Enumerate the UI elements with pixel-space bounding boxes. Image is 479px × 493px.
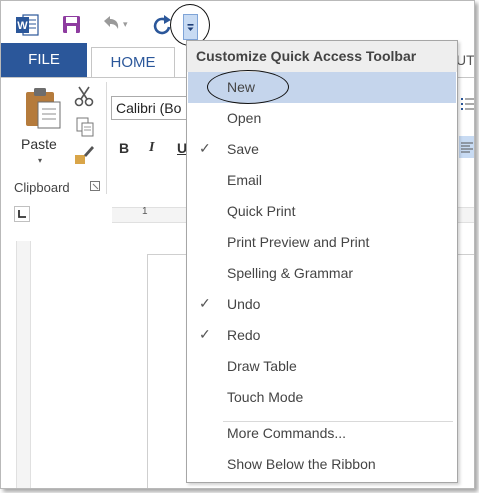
menu-item-label: Show Below the Ribbon: [227, 456, 376, 472]
group-divider: [106, 82, 107, 194]
paste-dropdown-icon[interactable]: ▾: [38, 156, 42, 165]
ruler-number: 1: [142, 206, 148, 217]
menu-header: Customize Quick Access Toolbar: [187, 41, 457, 72]
menu-item-label: More Commands...: [227, 425, 347, 441]
menu-item-label: Print Preview and Print: [227, 234, 370, 250]
italic-button[interactable]: I: [149, 140, 154, 156]
checkmark-icon: ✓: [199, 326, 211, 342]
dialog-launcher-icon[interactable]: [90, 181, 100, 191]
menu-item-label: Quick Print: [227, 203, 296, 219]
checkmark-icon: ✓: [199, 140, 211, 156]
copy-icon[interactable]: [75, 116, 95, 138]
undo-icon[interactable]: [101, 15, 121, 33]
checkmark-icon: ✓: [199, 295, 211, 311]
menu-item-spelling[interactable]: Spelling & Grammar: [188, 258, 456, 289]
cut-icon[interactable]: [73, 85, 95, 107]
menu-item-show-below-ribbon[interactable]: Show Below the Ribbon: [188, 449, 456, 480]
menu-item-save[interactable]: ✓ Save: [188, 134, 456, 165]
menu-item-email[interactable]: Email: [188, 165, 456, 196]
menu-item-label: Email: [227, 172, 263, 188]
undo-dropdown-icon[interactable]: ▾: [123, 19, 128, 30]
menu-item-draw-table[interactable]: Draw Table: [188, 351, 456, 382]
align-left-icon[interactable]: [459, 136, 474, 158]
format-painter-icon[interactable]: [73, 144, 95, 166]
menu-item-print-preview[interactable]: Print Preview and Print: [188, 227, 456, 258]
paste-button-label[interactable]: Paste: [21, 136, 57, 152]
tab-home[interactable]: HOME: [91, 47, 175, 77]
vertical-ruler[interactable]: [16, 241, 31, 488]
tab-partial[interactable]: UT: [456, 52, 474, 68]
menu-item-quick-print[interactable]: Quick Print: [188, 196, 456, 227]
paste-icon[interactable]: [23, 86, 63, 130]
menu-item-redo[interactable]: ✓ Redo: [188, 320, 456, 351]
list-icon[interactable]: [461, 96, 474, 112]
menu-item-touch-mode[interactable]: Touch Mode: [188, 382, 456, 413]
menu-item-label: Redo: [227, 327, 261, 343]
bold-button[interactable]: B: [119, 140, 129, 156]
clipboard-group-label: Clipboard: [14, 180, 70, 195]
menu-item-label: Draw Table: [227, 358, 297, 374]
menu-item-label: Undo: [227, 296, 261, 312]
annotation-circle-new: [207, 70, 289, 104]
tab-file[interactable]: FILE: [1, 43, 87, 77]
menu-item-label: Spelling & Grammar: [227, 265, 354, 281]
menu-item-open[interactable]: Open: [188, 103, 456, 134]
svg-text:W: W: [17, 20, 28, 32]
menu-item-more-commands[interactable]: More Commands...: [188, 418, 456, 449]
word-icon[interactable]: W: [16, 14, 39, 36]
menu-item-label: Touch Mode: [227, 389, 304, 405]
menu-item-undo[interactable]: ✓ Undo: [188, 289, 456, 320]
customize-qat-menu: Customize Quick Access Toolbar New Open …: [186, 40, 458, 483]
menu-item-label: Open: [227, 110, 262, 126]
quick-access-toolbar: W ▾: [1, 1, 474, 43]
save-icon[interactable]: [62, 15, 81, 34]
tab-selector-icon[interactable]: [14, 206, 30, 222]
menu-item-label: Save: [227, 141, 259, 157]
